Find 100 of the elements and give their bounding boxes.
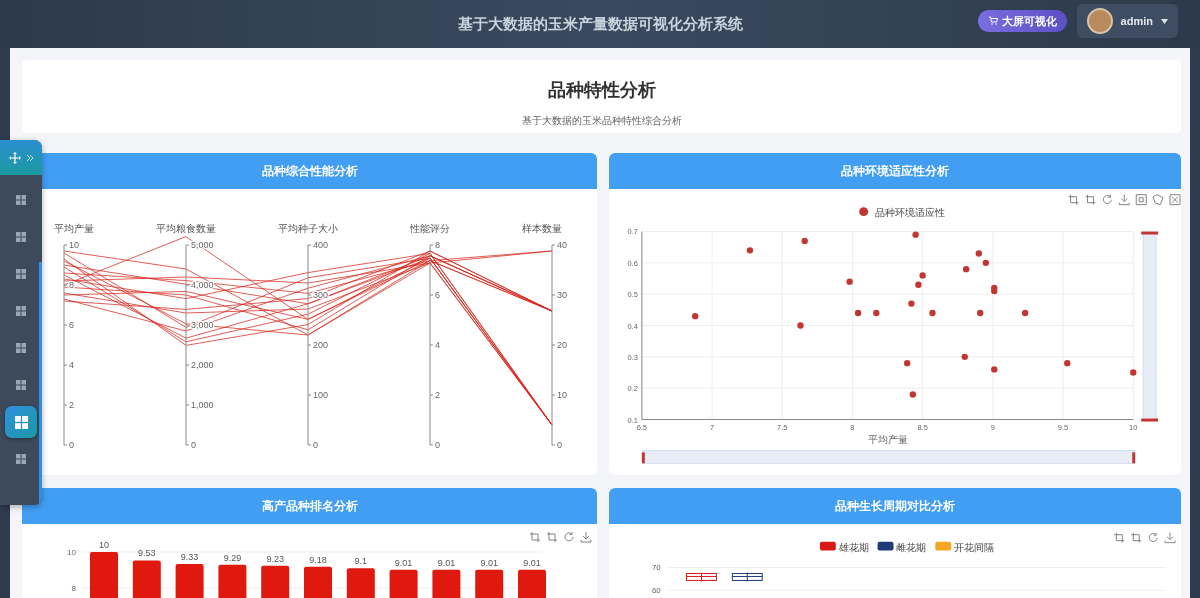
grid-icon xyxy=(16,232,26,242)
tick-label: 8 xyxy=(71,584,76,593)
value-label: 9.01 xyxy=(437,557,456,568)
legend-item[interactable]: 雄花期 xyxy=(819,541,869,553)
scatter-point xyxy=(961,353,968,361)
scatter-point xyxy=(975,250,982,257)
avatar xyxy=(1086,8,1113,34)
value-label: 9.18 xyxy=(309,554,327,565)
tick-label: 10 xyxy=(67,548,76,557)
legend-label: 雄花期 xyxy=(838,541,869,553)
grid-icon xyxy=(16,380,26,390)
grid-icon xyxy=(16,454,26,464)
tick-label: 30 xyxy=(557,290,567,300)
scatter-point xyxy=(912,231,919,238)
refresh-icon[interactable] xyxy=(1102,194,1112,204)
panel-header: 品种环境适应性分析 xyxy=(609,153,1181,189)
grid-icon[interactable] xyxy=(1169,194,1181,206)
crop-icon[interactable] xyxy=(546,531,558,543)
zoom-slider[interactable] xyxy=(1141,231,1159,422)
sidebar-item[interactable] xyxy=(5,406,37,438)
value-label: 9.29 xyxy=(223,552,242,563)
zoom-slider[interactable] xyxy=(641,449,1136,464)
bar xyxy=(304,566,332,598)
tick-label: 10 xyxy=(557,390,567,400)
scatter-point xyxy=(846,278,853,285)
bar xyxy=(261,565,290,598)
bar xyxy=(432,569,461,598)
panel-header: 品种生长周期对比分析 xyxy=(609,488,1181,524)
tick-label: 10 xyxy=(69,240,79,250)
tick-label: 0 xyxy=(313,440,318,450)
tick-label: 400 xyxy=(313,240,329,250)
bar xyxy=(346,568,375,598)
tick-label: 0 xyxy=(557,440,562,450)
caret-icon xyxy=(1161,18,1168,24)
grid-icon xyxy=(16,343,26,353)
tick-label: 70 xyxy=(651,563,661,573)
axis-name: 平均种子大小 xyxy=(278,223,338,234)
value-label: 10 xyxy=(99,540,109,550)
legend-item[interactable]: 开花间隔 xyxy=(935,541,995,553)
value-label: 9.01 xyxy=(394,557,413,568)
bar xyxy=(518,569,546,598)
legend-item[interactable]: 品种环境适应性 xyxy=(859,206,945,218)
panel-header: 高产品种排名分析 xyxy=(22,488,597,524)
tick-label: 4 xyxy=(69,360,74,370)
tick-label: 40 xyxy=(557,240,567,250)
refresh-icon[interactable] xyxy=(564,531,574,542)
tick-label: 0 xyxy=(191,440,196,450)
crop-icon[interactable] xyxy=(1085,194,1096,206)
scatter-point xyxy=(919,272,926,279)
crop-icon[interactable] xyxy=(1113,532,1125,544)
crop-icon[interactable] xyxy=(1068,194,1079,206)
axis-name: 平均产量 xyxy=(54,223,94,234)
legend-label: 雌花期 xyxy=(896,541,927,553)
tick-label: 60 xyxy=(651,586,661,596)
cart-icon xyxy=(987,16,998,26)
bar xyxy=(90,552,118,598)
value-label: 9.01 xyxy=(480,557,498,568)
value-label: 9.1 xyxy=(354,556,368,567)
bar xyxy=(475,569,504,598)
scatter-point xyxy=(1130,369,1137,376)
scatter-point xyxy=(1064,359,1071,367)
lasso-icon[interactable] xyxy=(1152,194,1164,206)
crop-icon[interactable] xyxy=(529,531,541,543)
user-menu[interactable]: admin xyxy=(1076,4,1178,38)
value-label: 9.23 xyxy=(266,553,284,564)
chevron-icon[interactable] xyxy=(27,154,33,161)
grid-icon xyxy=(16,195,26,205)
tick-label: 0 xyxy=(435,440,440,450)
scatter-point xyxy=(746,247,754,254)
tick-label: 200 xyxy=(313,340,329,350)
scatter-point xyxy=(854,309,862,317)
scatter-point xyxy=(873,309,880,317)
crop-icon[interactable] xyxy=(1130,532,1142,544)
legend-label: 开花间隔 xyxy=(954,541,995,553)
refresh-icon[interactable] xyxy=(1148,532,1158,542)
scatter-point xyxy=(909,391,916,398)
big-screen-button[interactable]: 大屏可视化 xyxy=(977,10,1067,32)
tick-label: 100 xyxy=(313,390,329,400)
scatter-point xyxy=(982,259,989,267)
scatter-point xyxy=(963,265,970,273)
app-title: 基于大数据的玉米产量数据可视化分析系统 xyxy=(457,14,743,34)
scatter-point xyxy=(915,281,922,288)
download-icon[interactable] xyxy=(580,531,592,543)
value-label: 9.01 xyxy=(523,557,541,568)
tick-label: 2 xyxy=(69,400,74,410)
download-icon[interactable] xyxy=(1164,532,1176,544)
scatter-point xyxy=(908,300,915,307)
grid-icon xyxy=(16,269,26,279)
move-icon[interactable] xyxy=(9,151,21,164)
tick-label: 2,000 xyxy=(191,360,214,370)
legend-item[interactable]: 雌花期 xyxy=(877,541,927,553)
download-icon[interactable] xyxy=(1118,194,1130,206)
tick-label: 6 xyxy=(69,320,74,330)
tick-label: 6 xyxy=(435,290,440,300)
bar xyxy=(175,564,204,598)
scatter-point xyxy=(801,237,808,245)
scatter-point xyxy=(977,309,984,317)
axis-name: 性能评分 xyxy=(410,223,450,234)
legend-label: 品种环境适应性 xyxy=(874,206,945,218)
scatter-point xyxy=(991,366,998,373)
